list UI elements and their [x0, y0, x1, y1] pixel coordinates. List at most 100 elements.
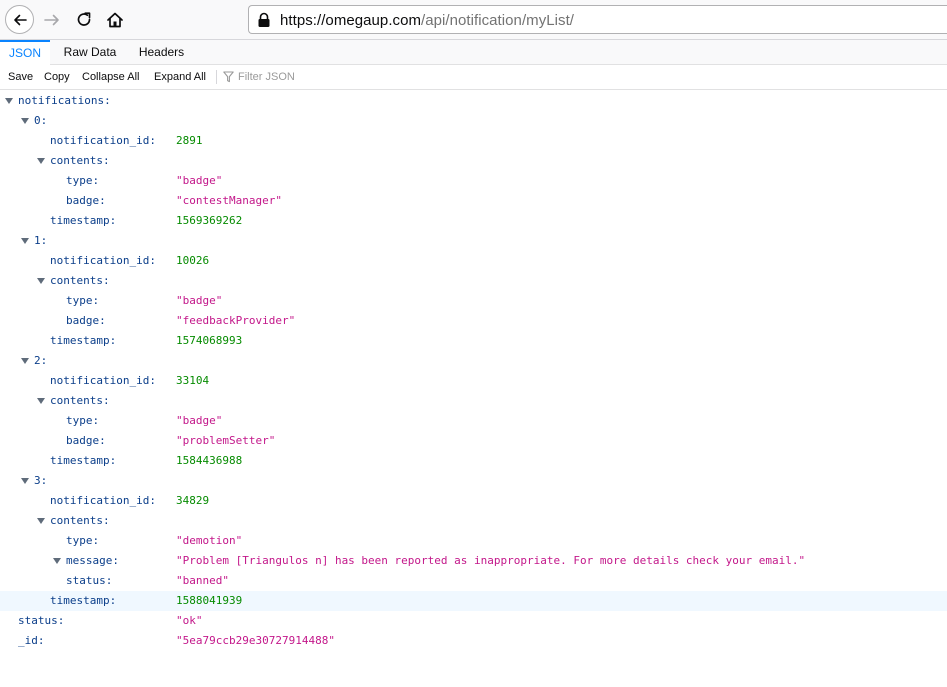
tab-raw-data[interactable]: Raw Data	[55, 40, 125, 65]
json-key: timestamp:	[50, 214, 117, 227]
tree-row-notifications[interactable]: notifications:	[0, 91, 947, 111]
json-key: timestamp:	[50, 454, 117, 467]
json-value: "ok"	[176, 614, 203, 627]
lock-icon	[258, 12, 270, 27]
tree-row-item-2[interactable]: 2:	[0, 351, 947, 371]
json-key: 1:	[34, 234, 48, 247]
tree-row[interactable]: notification_id: 10026	[0, 251, 947, 271]
tree-row[interactable]: type: "badge"	[0, 291, 947, 311]
tab-headers[interactable]: Headers	[130, 40, 193, 65]
json-value: 1569369262	[176, 214, 243, 227]
expand-all-button[interactable]: Expand All	[154, 65, 206, 89]
json-key: type:	[66, 534, 100, 547]
url-bar[interactable]: https://omegaup.com/api/notification/myL…	[248, 5, 947, 34]
json-value: "banned"	[176, 574, 229, 587]
json-value: "badge"	[176, 174, 223, 187]
json-value: "demotion"	[176, 534, 243, 547]
expand-triangle-icon[interactable]	[21, 358, 29, 364]
expand-triangle-icon[interactable]	[5, 98, 13, 104]
json-value: 1584436988	[176, 454, 243, 467]
json-key: notification_id:	[50, 254, 156, 267]
viewer-tab-strip: JSON Raw Data Headers	[0, 40, 947, 65]
expand-triangle-icon[interactable]	[37, 398, 45, 404]
json-value: 33104	[176, 374, 210, 387]
json-key: badge:	[66, 434, 106, 447]
home-button[interactable]	[105, 10, 125, 30]
json-value: "problemSetter"	[176, 434, 276, 447]
url-path: /api/notification/myList/	[421, 12, 575, 29]
tree-row-contents[interactable]: contents:	[0, 151, 947, 171]
json-value: "5ea79ccb29e30727914488"	[176, 634, 335, 647]
save-button[interactable]: Save	[8, 65, 33, 89]
forward-button[interactable]	[42, 10, 62, 30]
tree-row-contents[interactable]: contents:	[0, 271, 947, 291]
json-key: 3:	[34, 474, 48, 487]
tree-row[interactable]: type: "badge"	[0, 171, 947, 191]
json-key: badge:	[66, 194, 106, 207]
tree-row[interactable]: timestamp: 1584436988	[0, 451, 947, 471]
filter-json-input[interactable]	[238, 65, 498, 89]
expand-triangle-icon[interactable]	[37, 278, 45, 284]
json-value: 1574068993	[176, 334, 243, 347]
browser-nav-bar: https://omegaup.com/api/notification/myL…	[0, 0, 947, 40]
json-value: 34829	[176, 494, 210, 507]
json-key: type:	[66, 174, 100, 187]
expand-triangle-icon[interactable]	[21, 118, 29, 124]
json-toolbar: Save Copy Collapse All Expand All	[0, 65, 947, 90]
tree-row[interactable]: notification_id: 2891	[0, 131, 947, 151]
tree-row-item-0[interactable]: 0:	[0, 111, 947, 131]
forward-arrow-icon	[44, 14, 59, 26]
json-value: "badge"	[176, 294, 223, 307]
home-icon	[107, 12, 123, 28]
expand-triangle-icon[interactable]	[37, 158, 45, 164]
tree-row-id[interactable]: _id: "5ea79ccb29e30727914488"	[0, 631, 947, 651]
url-host: https://omegaup.com	[280, 12, 422, 29]
reload-button[interactable]	[74, 10, 94, 30]
tree-row-contents[interactable]: contents:	[0, 511, 947, 531]
tree-row[interactable]: type: "demotion"	[0, 531, 947, 551]
json-value: 1588041939	[176, 594, 243, 607]
filter-box	[223, 65, 523, 89]
filter-icon	[223, 71, 234, 83]
expand-triangle-icon[interactable]	[37, 518, 45, 524]
json-key: contents:	[50, 514, 110, 527]
collapse-all-button[interactable]: Collapse All	[82, 65, 139, 89]
tree-row-item-1[interactable]: 1:	[0, 231, 947, 251]
tree-row-hovered[interactable]: timestamp: 1588041939	[0, 591, 947, 611]
json-value: 2891	[176, 134, 203, 147]
url-text: https://omegaup.com/api/notification/myL…	[280, 12, 574, 29]
json-key: 2:	[34, 354, 48, 367]
tree-row[interactable]: notification_id: 34829	[0, 491, 947, 511]
tab-json[interactable]: JSON	[0, 40, 50, 65]
tree-row[interactable]: status: "banned"	[0, 571, 947, 591]
toolbar-divider	[216, 70, 217, 84]
back-arrow-icon	[14, 14, 27, 26]
json-key: contents:	[50, 274, 110, 287]
json-key: type:	[66, 294, 100, 307]
json-key: contents:	[50, 154, 110, 167]
tree-row-contents[interactable]: contents:	[0, 391, 947, 411]
json-key: badge:	[66, 314, 106, 327]
json-value: "feedbackProvider"	[176, 314, 296, 327]
expand-triangle-icon[interactable]	[21, 238, 29, 244]
tree-row[interactable]: badge: "contestManager"	[0, 191, 947, 211]
copy-button[interactable]: Copy	[44, 65, 70, 89]
tree-row[interactable]: timestamp: 1569369262	[0, 211, 947, 231]
expand-triangle-icon[interactable]	[21, 478, 29, 484]
expand-triangle-icon[interactable]	[53, 558, 61, 564]
json-key: _id:	[18, 634, 45, 647]
back-button[interactable]	[5, 5, 34, 34]
json-key: timestamp:	[50, 594, 117, 607]
tree-row-item-3[interactable]: 3:	[0, 471, 947, 491]
tree-row[interactable]: badge: "problemSetter"	[0, 431, 947, 451]
json-key: type:	[66, 414, 100, 427]
json-key: notification_id:	[50, 374, 156, 387]
tree-row[interactable]: timestamp: 1574068993	[0, 331, 947, 351]
json-key: notification_id:	[50, 134, 156, 147]
tree-row[interactable]: type: "badge"	[0, 411, 947, 431]
tree-row-message[interactable]: message: "Problem [Triangulos n] has bee…	[0, 551, 947, 571]
json-value: "contestManager"	[176, 194, 282, 207]
tree-row-status[interactable]: status: "ok"	[0, 611, 947, 631]
tree-row[interactable]: notification_id: 33104	[0, 371, 947, 391]
tree-row[interactable]: badge: "feedbackProvider"	[0, 311, 947, 331]
